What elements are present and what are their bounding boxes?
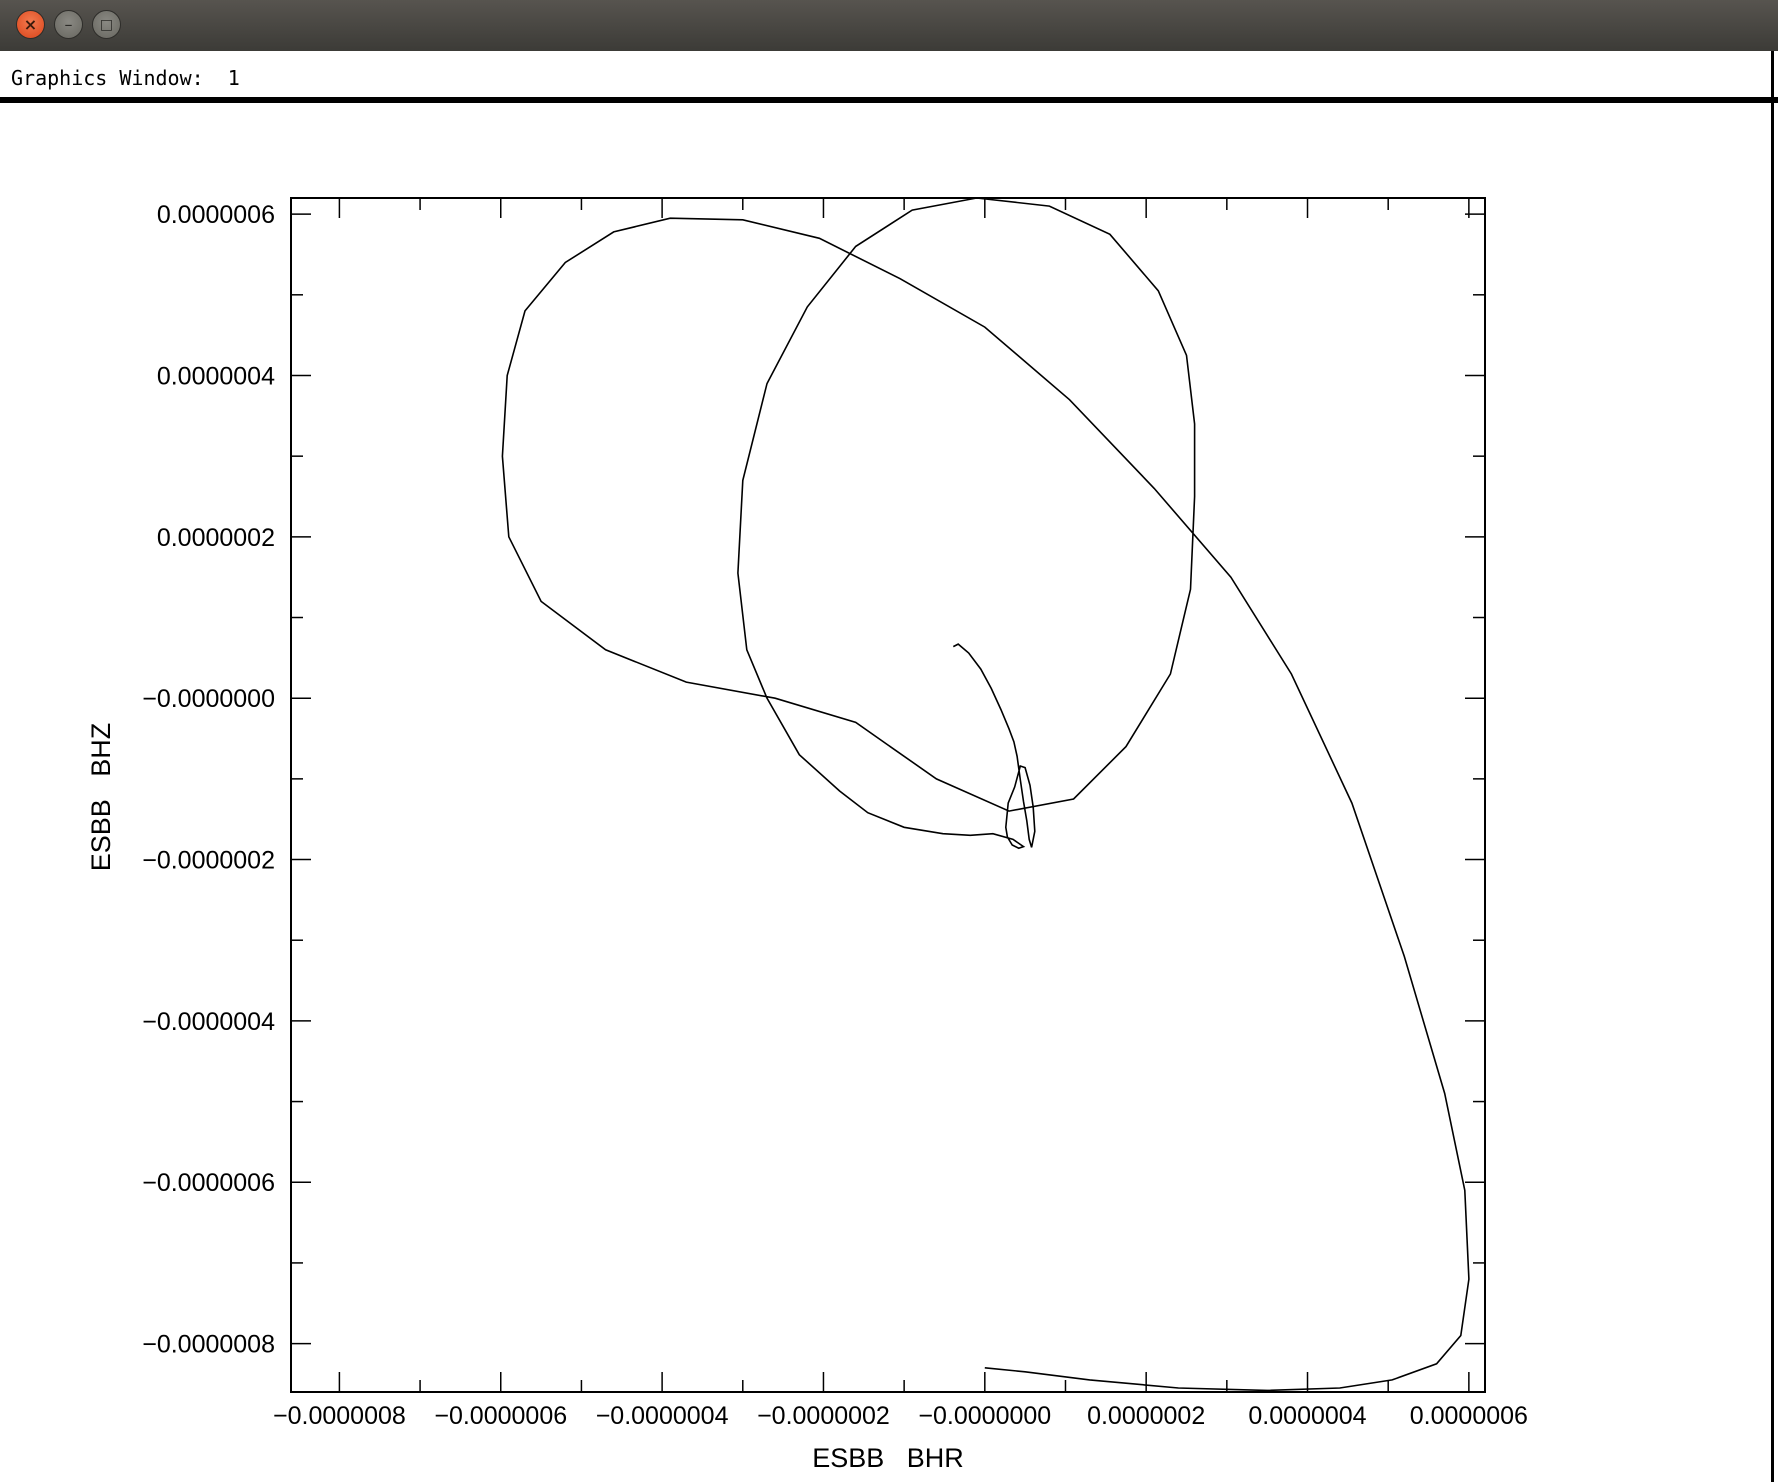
x-axis-tick-labels: −0.0000008 −0.0000006 −0.0000004 −0.0000002… [273, 1402, 1528, 1430]
x-tick-label: −0.0000002 [757, 1402, 890, 1430]
motion-trace-line [501, 197, 1470, 1392]
x-tick-label: −0.0000008 [273, 1402, 406, 1430]
x-tick-label: 0.0000004 [1248, 1402, 1366, 1430]
y-tick-label: −0.0000000 [142, 685, 275, 713]
y-tick-label: 0.0000006 [157, 201, 275, 229]
plot-frame [290, 197, 1486, 1393]
x-tick-label: 0.0000002 [1087, 1402, 1205, 1430]
y-tick-label: 0.0000002 [157, 524, 275, 552]
y-tick-label: −0.0000006 [142, 1169, 275, 1197]
y-axis-ticks [291, 213, 1485, 1345]
y-axis-title: ESBB BHZ [86, 723, 116, 872]
y-tick-label: −0.0000002 [142, 847, 275, 875]
y-tick-label: −0.0000004 [142, 1008, 275, 1036]
x-tick-label: −0.0000004 [596, 1402, 729, 1430]
y-axis-tick-labels: −0.0000008 −0.0000006 −0.0000004 −0.0000002… [142, 201, 275, 1358]
x-axis-ticks [338, 198, 1470, 1392]
particle-motion-plot: −0.0000008 −0.0000006 −0.0000004 −0.0000002… [86, 197, 1528, 1473]
x-tick-label: −0.0000000 [918, 1402, 1051, 1430]
x-axis-title: ESBB BHR [812, 1443, 964, 1473]
x-tick-label: −0.0000006 [434, 1402, 567, 1430]
x-tick-label: 0.0000006 [1410, 1402, 1528, 1430]
y-tick-label: −0.0000008 [142, 1331, 275, 1359]
y-tick-label: 0.0000004 [157, 362, 275, 390]
